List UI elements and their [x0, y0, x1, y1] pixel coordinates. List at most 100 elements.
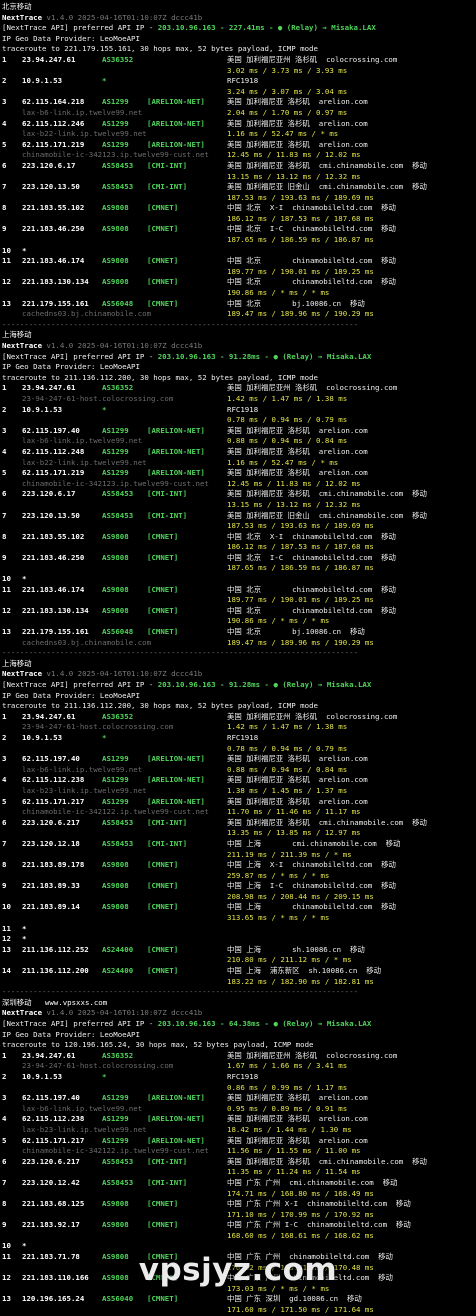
hop-rtt: 211.19 ms / 211.39 ms / * ms [227, 849, 352, 859]
hop-number: 12 [2, 934, 11, 944]
hop-row: 2 10.9.1.53 * RFC1918 [2, 1072, 474, 1083]
hop-ip: 221.179.155.161 [22, 298, 89, 308]
geo-provider-line: IP Geo Data Provider: LeoMoeAPI [2, 1029, 140, 1039]
hop-row: 3 62.115.197.40 AS1299 [ARELION-NET] 美国 加利福尼… [2, 426, 474, 437]
hop-ip: 221.183.46.250 [22, 224, 85, 234]
hop-geo: 中国 北京 chinamobileltd.com 移动 [227, 277, 396, 287]
app-name: NextTrace [2, 341, 47, 350]
api-line: [NextTrace API] preferred API IP - 203.1… [2, 1019, 474, 1030]
hop-number: 9 [2, 881, 7, 891]
hop-geo: RFC1918 [227, 76, 259, 86]
hop-rtt: 0.78 ms / 0.94 ms / 0.79 ms [227, 743, 348, 753]
hop-row: 7 223.120.13.50 AS58453 [CMI-INT] 美国 加利福尼亚 旧… [2, 182, 474, 193]
hop-detail-row: 189.77 ms / 190.01 ms / 189.25 ms [2, 595, 474, 606]
hop-rtt: 187.53 ms / 193.63 ms / 189.69 ms [227, 192, 374, 202]
hop-ip: 221.183.89.33 [22, 881, 80, 891]
hop-row: 13 221.179.155.161 AS56048 [CMNET] 中国 北京 bj.… [2, 299, 474, 310]
hop-detail-row: 168.60 ms / 168.61 ms / 168.62 ms [2, 1231, 474, 1242]
hop-geo: 中国 北京 chinamobileltd.com 移动 [227, 256, 396, 266]
hop-ip: 221.183.55.102 [22, 203, 85, 213]
hop-number: 5 [2, 796, 7, 806]
hop-geo: RFC1918 [227, 404, 259, 414]
hop-geo: 美国 加利福尼亚州 洛杉矶 colocrossing.com [227, 54, 398, 64]
hop-asn: AS58453 [102, 1156, 134, 1166]
hop-number: 3 [2, 754, 7, 764]
hop-asn: AS1299 [102, 468, 129, 478]
section-title: 深圳移动 www.vpsxxs.com [2, 997, 108, 1007]
hop-detail-row: lax-b23-link.ip.twelve99.net 18.42 ms / 1… [2, 1125, 474, 1136]
hop-detail-row: lax-b22-link.ip.twelve99.net 1.16 ms / 52… [2, 129, 474, 140]
hop-number: 9 [2, 224, 7, 234]
hop-number: 3 [2, 97, 7, 107]
hop-number: 10 [2, 245, 11, 255]
hop-rtt: 183.22 ms / 182.90 ms / 182.81 ms [227, 976, 374, 986]
hop-detail-row: 11.35 ms / 11.24 ms / 11.54 ms [2, 1167, 474, 1178]
hop-row: 7 223.120.12.42 AS58453 [CMI-INT] 中国 广东 广州 c… [2, 1178, 474, 1189]
hop-detail-row: 171.10 ms / 170.99 ms / 170.92 ms [2, 1210, 474, 1221]
hop-ip: 10.9.1.53 [22, 1071, 63, 1081]
hop-rtt: 2.04 ms / 1.70 ms / 0.97 ms [227, 107, 348, 117]
hop-network-tag: [ARELION-NET] [147, 796, 205, 806]
hop-ip: 10.9.1.53 [22, 732, 63, 742]
hop-row: 1 23.94.247.61 AS36352 美国 加利福尼亚州 洛杉矶 colocr… [2, 712, 474, 723]
hop-ip: 23.94.247.61 [22, 383, 76, 393]
hop-rtt: 1.42 ms / 1.47 ms / 1.38 ms [227, 393, 348, 403]
hop-rtt: 0.88 ms / 0.94 ms / 0.84 ms [227, 764, 348, 774]
hop-network-tag: [CMNET] [147, 944, 179, 954]
hop-network-tag: [CMNET] [147, 1294, 179, 1304]
hop-rtt: 189.47 ms / 189.96 ms / 190.29 ms [227, 637, 374, 647]
hop-ip: 221.183.92.17 [22, 1220, 80, 1230]
hop-ip: 223.120.6.17 [22, 489, 76, 499]
relay-node: ● (Relay) → Misaka.LAX [277, 23, 376, 33]
hop-detail-row: chinamobile-ic-342122.ip.twelve99-cust.n… [2, 807, 474, 818]
hop-asn: AS1299 [102, 775, 129, 785]
hop-row: 10 * [2, 246, 474, 257]
hop-number: 1 [2, 711, 7, 721]
api-label: [NextTrace API] preferred API IP - [2, 680, 158, 689]
hop-row: 9 221.183.92.17 AS9808 [CMNET] 中国 广东 广州 I-C … [2, 1220, 474, 1231]
hop-rtt: 189.47 ms / 189.96 ms / 190.29 ms [227, 309, 374, 319]
hop-geo: 中国 广东 广州 X-I chinamobileltd.com 移动 [227, 1199, 411, 1209]
hop-geo: 中国 上海 sh.10086.cn 移动 [227, 944, 365, 954]
version-string: v1.4.0 2025-04-16T01:10:07Z dccc41b [46, 669, 203, 679]
hop-row: 8 221.183.55.102 AS9808 [CMNET] 中国 北京 X-I ch… [2, 532, 474, 543]
hop-geo: 美国 加利福尼亚 洛杉矶 arelion.com [227, 1135, 368, 1145]
hop-number: 6 [2, 489, 7, 499]
hop-hostname: lax-b6-link.ip.twelve99.net [22, 107, 143, 117]
hop-row: 10 * [2, 574, 474, 585]
version-string: v1.4.0 2025-04-16T01:10:07Z dccc41b [46, 1008, 203, 1018]
hop-rtt: 13.15 ms / 13.12 ms / 12.32 ms [227, 499, 361, 509]
hop-row: 8 221.183.68.125 AS9808 [CMNET] 中国 广东 广州 X-I… [2, 1199, 474, 1210]
hop-hostname: chinamobile-ic-342123.ip.twelve99-cust.n… [22, 150, 209, 160]
hop-geo: 中国 北京 bj.10086.cn 移动 [227, 627, 365, 637]
hop-asn: AS9808 [102, 531, 129, 541]
hop-geo: 中国 上海 I-C chinamobileltd.com 移动 [227, 881, 396, 891]
hop-asn: AS1299 [102, 446, 129, 456]
hop-number: 13 [2, 1294, 11, 1304]
hop-asn: AS1299 [102, 118, 129, 128]
hop-number: 4 [2, 1114, 7, 1124]
hop-detail-row: 186.12 ms / 187.53 ms / 187.68 ms [2, 214, 474, 225]
hop-rtt: 1.67 ms / 1.66 ms / 3.41 ms [227, 1061, 348, 1071]
hop-network-tag: [CMI-INT] [147, 817, 188, 827]
hop-ip: * [22, 574, 27, 584]
hop-detail-row: 174.71 ms / 168.80 ms / 168.49 ms [2, 1189, 474, 1200]
hop-row: 12 221.183.130.134 AS9808 [CMNET] 中国 北京 chin… [2, 277, 474, 288]
traceroute-line: traceroute to 211.136.112.200, 30 hops m… [2, 372, 318, 382]
hop-geo: 美国 加利福尼亚 洛杉矶 arelion.com [227, 468, 368, 478]
hop-ip: 223.120.12.42 [22, 1177, 80, 1187]
hop-geo: 中国 上海 cmi.chinamobile.com 移动 [227, 838, 401, 848]
hop-ip: 62.115.164.218 [22, 97, 85, 107]
hop-detail-row: 187.53 ms / 193.63 ms / 189.69 ms [2, 521, 474, 532]
hop-asn: AS24400 [102, 944, 134, 954]
section-divider: ----------------------------------------… [2, 987, 358, 997]
hop-network-tag: [ARELION-NET] [147, 118, 205, 128]
hop-hostname: cachedns03.bj.chinamobile.com [22, 637, 152, 647]
hop-network-tag: [ARELION-NET] [147, 1114, 205, 1124]
hop-asn: AS58453 [102, 489, 134, 499]
hop-asn: AS24400 [102, 966, 134, 976]
hop-geo: 美国 加利福尼亚 洛杉矶 arelion.com [227, 754, 368, 764]
version-line: NextTrace v1.4.0 2025-04-16T01:10:07Z dc… [2, 669, 474, 680]
hop-ip: 221.183.89.178 [22, 860, 85, 870]
hop-row: 7 223.120.13.50 AS58453 [CMI-INT] 美国 加利福尼亚 旧… [2, 511, 474, 522]
